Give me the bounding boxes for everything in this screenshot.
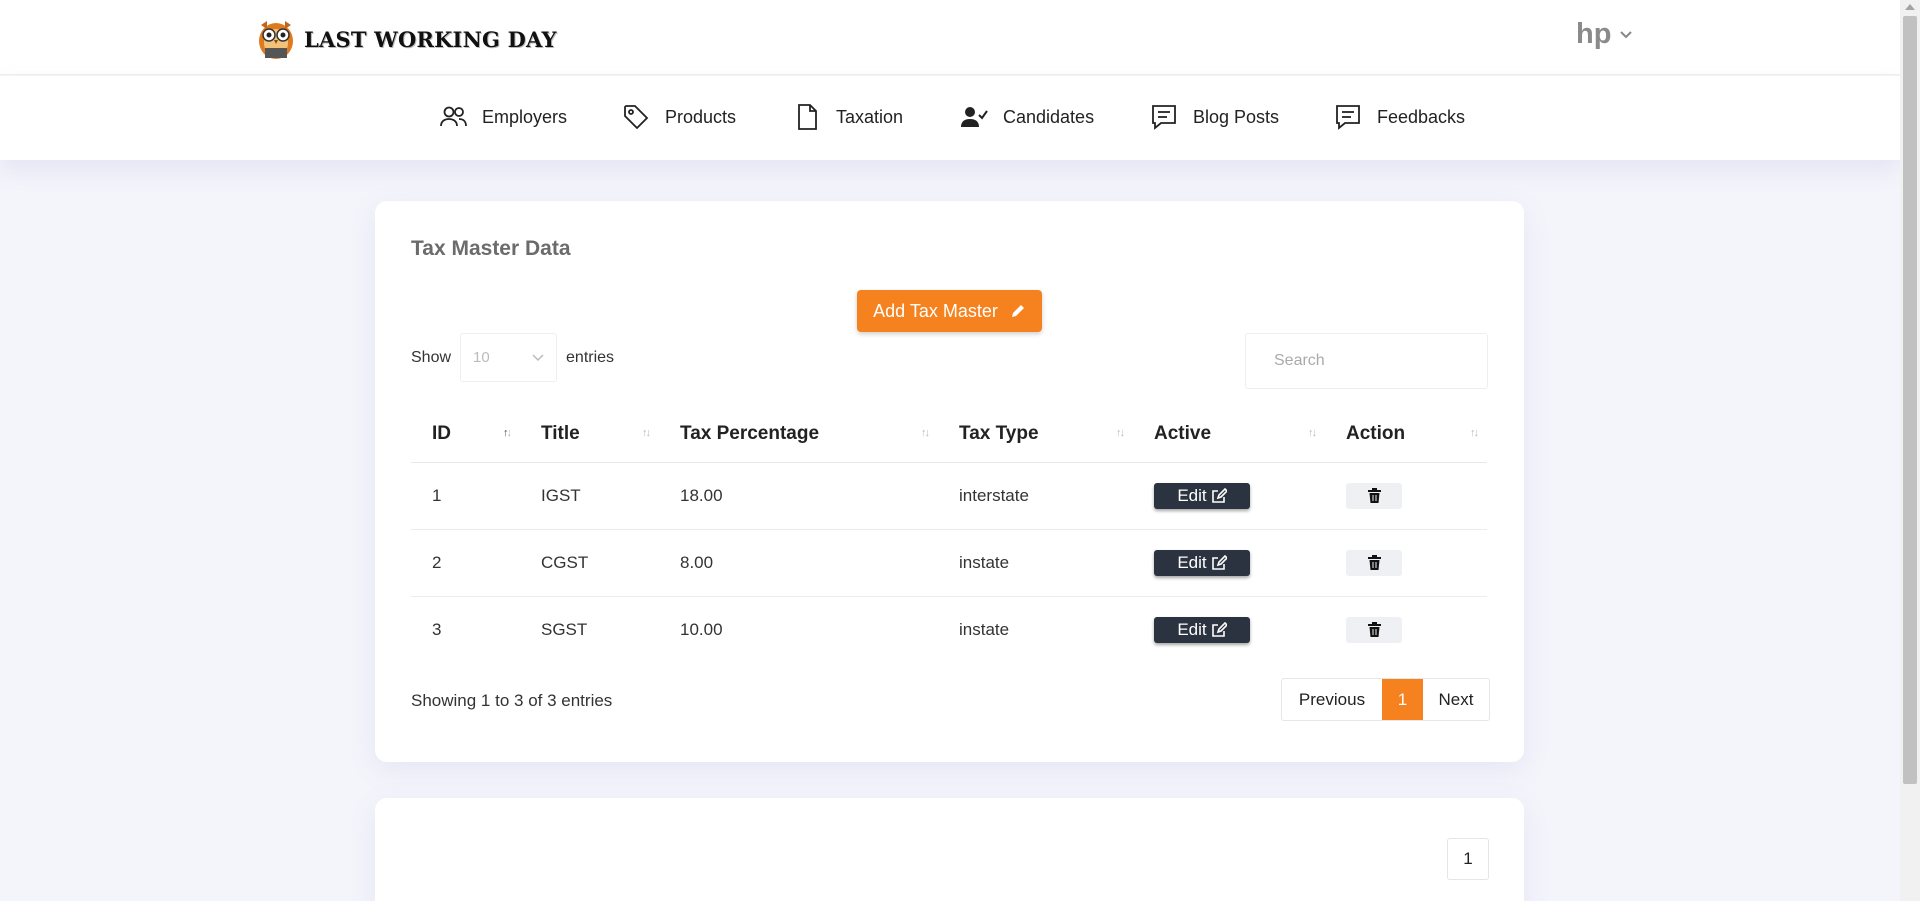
column-header-active[interactable]: Active ↑↓ <box>1133 407 1325 463</box>
table-header-row: ID ↑↓ Title ↑↓ Tax Percentage ↑↓ Tax Typ… <box>411 407 1487 463</box>
table-row: 3 SGST 10.00 instate Edit <box>411 596 1487 663</box>
trash-icon <box>1367 555 1381 570</box>
nav-candidates[interactable]: Candidates <box>959 102 1094 132</box>
page-button[interactable]: 1 <box>1447 838 1489 880</box>
nav-feedbacks[interactable]: Feedbacks <box>1333 102 1465 132</box>
cell-percentage: 18.00 <box>659 462 938 530</box>
scroll-up-arrow-icon[interactable] <box>1905 4 1915 10</box>
tag-icon <box>624 105 649 130</box>
sort-icon: ↑↓ <box>642 427 651 439</box>
cell-id: 2 <box>411 529 520 597</box>
add-button-label: Add Tax Master <box>873 300 998 321</box>
delete-button[interactable] <box>1346 549 1402 576</box>
cell-percentage: 8.00 <box>659 529 938 597</box>
user-check-icon <box>961 107 988 127</box>
column-header-title[interactable]: Title ↑↓ <box>520 407 659 463</box>
main-nav: Employers Products Taxation Candidates B… <box>0 76 1900 160</box>
cell-title: IGST <box>520 462 659 530</box>
sort-icon: ↑↓ <box>503 427 512 439</box>
cell-title: CGST <box>520 529 659 597</box>
sort-icon: ↑↓ <box>921 427 930 439</box>
message-icon <box>1336 105 1360 130</box>
cell-active: Edit <box>1133 529 1325 597</box>
cell-percentage: 10.00 <box>680 619 723 639</box>
vertical-scrollbar[interactable] <box>1900 0 1920 901</box>
cell-action <box>1325 462 1487 530</box>
edit-button[interactable]: Edit <box>1154 482 1250 509</box>
cell-title: SGST <box>541 619 588 639</box>
chevron-down-icon <box>532 353 544 361</box>
nav-label: Feedbacks <box>1377 106 1466 127</box>
nav-blog-posts[interactable]: Blog Posts <box>1149 102 1279 132</box>
current-page-button[interactable]: 1 <box>1382 679 1423 720</box>
owl-logo-icon <box>259 21 293 59</box>
sort-icon: ↑↓ <box>1116 427 1125 439</box>
show-label: Show <box>411 348 452 366</box>
scrollbar-thumb[interactable] <box>1903 16 1917 784</box>
search-input[interactable] <box>1245 333 1488 389</box>
tax-table: ID ↑↓ Title ↑↓ Tax Percentage ↑↓ Tax Typ… <box>411 407 1487 663</box>
secondary-card: 1 <box>375 798 1524 901</box>
file-icon <box>798 104 817 130</box>
column-header-tax-percentage[interactable]: Tax Percentage ↑↓ <box>659 407 938 463</box>
table-row: 1 IGST 18.00 interstate Edit <box>411 462 1487 530</box>
previous-page-button[interactable]: Previous <box>1282 679 1382 720</box>
column-header-action[interactable]: Action ↑↓ <box>1325 407 1487 463</box>
sort-icon: ↑↓ <box>1470 427 1479 439</box>
tax-master-card: Tax Master Data Add Tax Master Show 10 e… <box>375 201 1524 762</box>
pagination: Previous 1 Next <box>1281 678 1490 721</box>
entries-select[interactable]: 10 <box>460 333 558 382</box>
edit-icon <box>1211 487 1227 503</box>
next-page-button[interactable]: Next <box>1423 679 1489 720</box>
cell-active: Edit <box>1133 596 1325 663</box>
delete-button[interactable] <box>1346 616 1402 643</box>
column-header-tax-type[interactable]: Tax Type ↑↓ <box>938 407 1133 463</box>
nav-label: Taxation <box>836 106 904 127</box>
brand-logo[interactable]: LAST WORKING DAY <box>256 17 557 61</box>
entries-label: entries <box>566 348 615 366</box>
cell-type: instate <box>938 529 1133 597</box>
nav-label: Employers <box>482 106 568 127</box>
cell-type: interstate <box>938 462 1133 530</box>
chevron-down-icon <box>1620 30 1633 38</box>
cell-id: 3 <box>432 619 442 639</box>
table-info: Showing 1 to 3 of 3 entries <box>411 691 613 710</box>
add-tax-master-button[interactable]: Add Tax Master <box>857 290 1042 332</box>
nav-label: Blog Posts <box>1193 106 1280 127</box>
sort-icon: ↑↓ <box>1308 427 1317 439</box>
cell-type: instate <box>959 619 1010 639</box>
cell-action <box>1325 529 1487 597</box>
cell-active: Edit <box>1133 462 1325 530</box>
edit-button[interactable]: Edit <box>1154 549 1250 576</box>
trash-icon <box>1367 622 1381 638</box>
column-header-id[interactable]: ID ↑↓ <box>411 407 520 463</box>
edit-icon <box>1211 621 1227 637</box>
page-title: Tax Master Data <box>411 237 571 260</box>
user-name: hp <box>1576 18 1612 50</box>
trash-icon <box>1367 488 1381 503</box>
edit-icon <box>1211 554 1227 570</box>
cell-action <box>1325 596 1487 663</box>
edit-button[interactable]: Edit <box>1154 616 1250 643</box>
nav-products[interactable]: Products <box>621 102 736 132</box>
entries-length: Show 10 entries <box>411 333 614 382</box>
brand-name: LAST WORKING DAY <box>304 26 557 52</box>
pencil-icon <box>1011 305 1024 317</box>
users-icon <box>440 106 467 127</box>
user-menu[interactable]: hp <box>1576 18 1633 51</box>
delete-button[interactable] <box>1346 482 1402 509</box>
entries-select-value: 10 <box>473 349 490 366</box>
nav-employers[interactable]: Employers <box>438 102 567 132</box>
nav-label: Candidates <box>1003 106 1095 127</box>
nav-label: Products <box>665 106 737 127</box>
cell-id: 1 <box>411 462 520 530</box>
top-header: LAST WORKING DAY hp <box>0 0 1900 75</box>
message-icon <box>1152 105 1176 130</box>
table-row: 2 CGST 8.00 instate Edit <box>411 529 1487 597</box>
nav-taxation[interactable]: Taxation <box>792 102 903 132</box>
